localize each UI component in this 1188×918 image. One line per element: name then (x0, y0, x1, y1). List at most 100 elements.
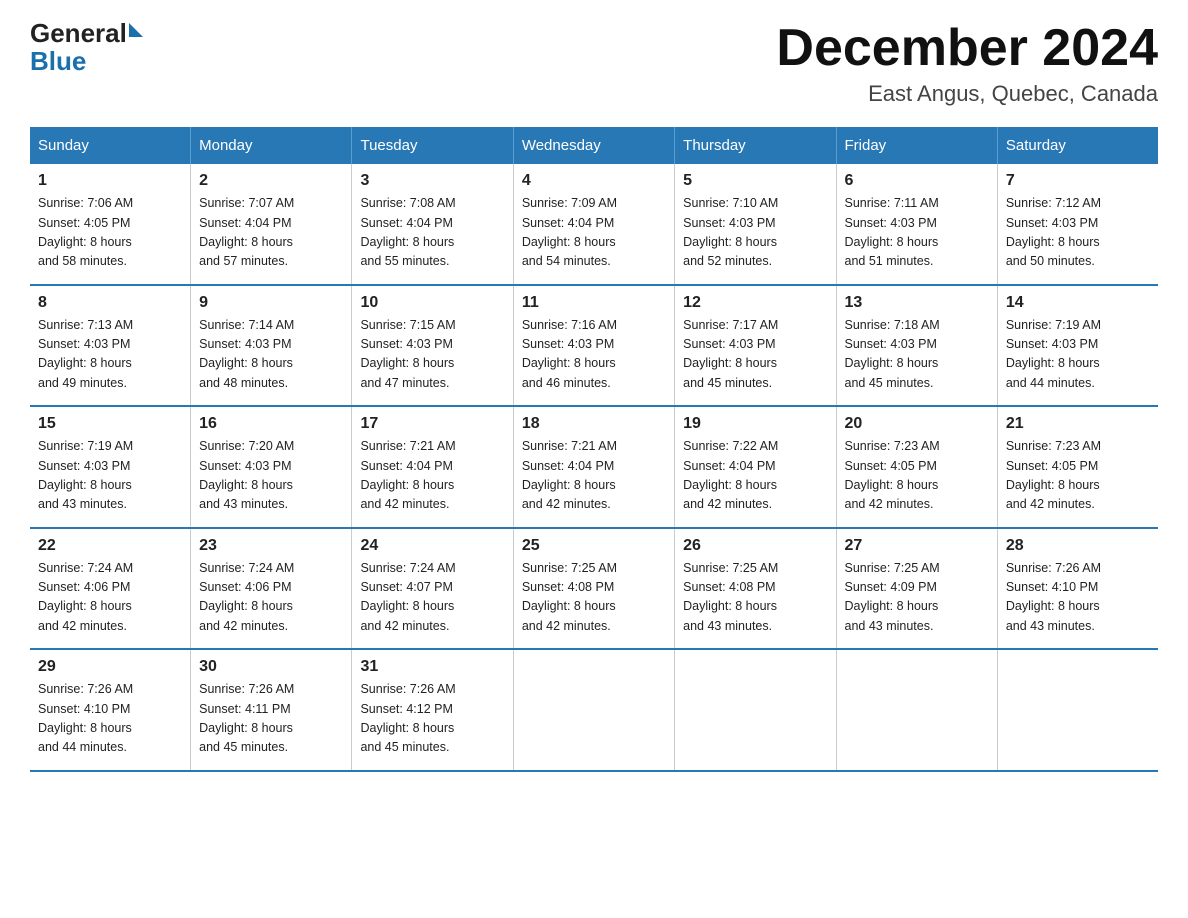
logo-bottom-row: Blue (30, 48, 143, 74)
day-info: Sunrise: 7:08 AMSunset: 4:04 PMDaylight:… (360, 196, 455, 268)
day-number: 28 (1006, 537, 1150, 555)
calendar-cell: 10 Sunrise: 7:15 AMSunset: 4:03 PMDaylig… (352, 285, 513, 407)
week-row-3: 15 Sunrise: 7:19 AMSunset: 4:03 PMDaylig… (30, 406, 1158, 528)
day-info: Sunrise: 7:17 AMSunset: 4:03 PMDaylight:… (683, 318, 778, 390)
day-number: 22 (38, 537, 182, 555)
day-info: Sunrise: 7:21 AMSunset: 4:04 PMDaylight:… (522, 439, 617, 511)
day-number: 24 (360, 537, 504, 555)
day-number: 23 (199, 537, 343, 555)
day-number: 26 (683, 537, 827, 555)
day-info: Sunrise: 7:13 AMSunset: 4:03 PMDaylight:… (38, 318, 133, 390)
week-row-1: 1 Sunrise: 7:06 AMSunset: 4:05 PMDayligh… (30, 164, 1158, 285)
calendar-cell: 29 Sunrise: 7:26 AMSunset: 4:10 PMDaylig… (30, 649, 191, 771)
calendar-cell: 7 Sunrise: 7:12 AMSunset: 4:03 PMDayligh… (997, 164, 1158, 285)
calendar-cell: 18 Sunrise: 7:21 AMSunset: 4:04 PMDaylig… (513, 406, 674, 528)
day-number: 13 (845, 294, 989, 312)
logo-top-row: General (30, 20, 143, 46)
day-info: Sunrise: 7:09 AMSunset: 4:04 PMDaylight:… (522, 196, 617, 268)
calendar-cell: 13 Sunrise: 7:18 AMSunset: 4:03 PMDaylig… (836, 285, 997, 407)
day-info: Sunrise: 7:18 AMSunset: 4:03 PMDaylight:… (845, 318, 940, 390)
day-number: 18 (522, 415, 666, 433)
calendar-cell: 28 Sunrise: 7:26 AMSunset: 4:10 PMDaylig… (997, 528, 1158, 650)
calendar-cell: 23 Sunrise: 7:24 AMSunset: 4:06 PMDaylig… (191, 528, 352, 650)
week-row-2: 8 Sunrise: 7:13 AMSunset: 4:03 PMDayligh… (30, 285, 1158, 407)
day-number: 31 (360, 658, 504, 676)
header-wednesday: Wednesday (513, 127, 674, 164)
day-number: 30 (199, 658, 343, 676)
day-info: Sunrise: 7:06 AMSunset: 4:05 PMDaylight:… (38, 196, 133, 268)
day-info: Sunrise: 7:15 AMSunset: 4:03 PMDaylight:… (360, 318, 455, 390)
calendar-cell: 12 Sunrise: 7:17 AMSunset: 4:03 PMDaylig… (675, 285, 836, 407)
day-number: 1 (38, 172, 182, 190)
calendar-cell: 16 Sunrise: 7:20 AMSunset: 4:03 PMDaylig… (191, 406, 352, 528)
logo-blue-text: Blue (30, 48, 86, 74)
day-number: 7 (1006, 172, 1150, 190)
calendar-cell: 30 Sunrise: 7:26 AMSunset: 4:11 PMDaylig… (191, 649, 352, 771)
day-number: 5 (683, 172, 827, 190)
day-info: Sunrise: 7:24 AMSunset: 4:07 PMDaylight:… (360, 561, 455, 633)
header-sunday: Sunday (30, 127, 191, 164)
calendar-header: Sunday Monday Tuesday Wednesday Thursday… (30, 127, 1158, 164)
day-info: Sunrise: 7:20 AMSunset: 4:03 PMDaylight:… (199, 439, 294, 511)
day-number: 19 (683, 415, 827, 433)
day-number: 21 (1006, 415, 1150, 433)
week-row-4: 22 Sunrise: 7:24 AMSunset: 4:06 PMDaylig… (30, 528, 1158, 650)
calendar-cell: 4 Sunrise: 7:09 AMSunset: 4:04 PMDayligh… (513, 164, 674, 285)
calendar-cell: 17 Sunrise: 7:21 AMSunset: 4:04 PMDaylig… (352, 406, 513, 528)
calendar-cell: 19 Sunrise: 7:22 AMSunset: 4:04 PMDaylig… (675, 406, 836, 528)
day-info: Sunrise: 7:25 AMSunset: 4:09 PMDaylight:… (845, 561, 940, 633)
calendar-cell (675, 649, 836, 771)
day-info: Sunrise: 7:21 AMSunset: 4:04 PMDaylight:… (360, 439, 455, 511)
calendar-cell: 15 Sunrise: 7:19 AMSunset: 4:03 PMDaylig… (30, 406, 191, 528)
day-info: Sunrise: 7:24 AMSunset: 4:06 PMDaylight:… (38, 561, 133, 633)
day-number: 17 (360, 415, 504, 433)
location-title: East Angus, Quebec, Canada (776, 81, 1158, 107)
day-info: Sunrise: 7:16 AMSunset: 4:03 PMDaylight:… (522, 318, 617, 390)
day-info: Sunrise: 7:25 AMSunset: 4:08 PMDaylight:… (522, 561, 617, 633)
calendar-cell: 3 Sunrise: 7:08 AMSunset: 4:04 PMDayligh… (352, 164, 513, 285)
calendar-cell: 2 Sunrise: 7:07 AMSunset: 4:04 PMDayligh… (191, 164, 352, 285)
calendar-cell: 20 Sunrise: 7:23 AMSunset: 4:05 PMDaylig… (836, 406, 997, 528)
calendar-cell: 27 Sunrise: 7:25 AMSunset: 4:09 PMDaylig… (836, 528, 997, 650)
page-header: General Blue December 2024 East Angus, Q… (30, 20, 1158, 107)
header-thursday: Thursday (675, 127, 836, 164)
day-info: Sunrise: 7:11 AMSunset: 4:03 PMDaylight:… (845, 196, 939, 268)
day-info: Sunrise: 7:12 AMSunset: 4:03 PMDaylight:… (1006, 196, 1101, 268)
day-info: Sunrise: 7:19 AMSunset: 4:03 PMDaylight:… (1006, 318, 1101, 390)
day-number: 27 (845, 537, 989, 555)
calendar-cell: 5 Sunrise: 7:10 AMSunset: 4:03 PMDayligh… (675, 164, 836, 285)
day-number: 15 (38, 415, 182, 433)
month-title: December 2024 (776, 20, 1158, 77)
calendar-cell: 31 Sunrise: 7:26 AMSunset: 4:12 PMDaylig… (352, 649, 513, 771)
logo: General Blue (30, 20, 143, 74)
calendar-body: 1 Sunrise: 7:06 AMSunset: 4:05 PMDayligh… (30, 164, 1158, 771)
day-number: 25 (522, 537, 666, 555)
day-number: 10 (360, 294, 504, 312)
day-number: 20 (845, 415, 989, 433)
calendar-cell: 8 Sunrise: 7:13 AMSunset: 4:03 PMDayligh… (30, 285, 191, 407)
day-info: Sunrise: 7:10 AMSunset: 4:03 PMDaylight:… (683, 196, 778, 268)
day-number: 16 (199, 415, 343, 433)
day-info: Sunrise: 7:23 AMSunset: 4:05 PMDaylight:… (845, 439, 940, 511)
day-number: 14 (1006, 294, 1150, 312)
day-number: 11 (522, 294, 666, 312)
header-saturday: Saturday (997, 127, 1158, 164)
calendar-cell (836, 649, 997, 771)
header-tuesday: Tuesday (352, 127, 513, 164)
day-info: Sunrise: 7:22 AMSunset: 4:04 PMDaylight:… (683, 439, 778, 511)
calendar-cell: 22 Sunrise: 7:24 AMSunset: 4:06 PMDaylig… (30, 528, 191, 650)
day-info: Sunrise: 7:26 AMSunset: 4:10 PMDaylight:… (1006, 561, 1101, 633)
day-number: 4 (522, 172, 666, 190)
calendar-cell: 21 Sunrise: 7:23 AMSunset: 4:05 PMDaylig… (997, 406, 1158, 528)
calendar-cell: 24 Sunrise: 7:24 AMSunset: 4:07 PMDaylig… (352, 528, 513, 650)
logo-general-text: General (30, 20, 127, 46)
weekday-header-row: Sunday Monday Tuesday Wednesday Thursday… (30, 127, 1158, 164)
calendar-table: Sunday Monday Tuesday Wednesday Thursday… (30, 127, 1158, 772)
day-number: 29 (38, 658, 182, 676)
calendar-cell: 26 Sunrise: 7:25 AMSunset: 4:08 PMDaylig… (675, 528, 836, 650)
calendar-cell (513, 649, 674, 771)
week-row-5: 29 Sunrise: 7:26 AMSunset: 4:10 PMDaylig… (30, 649, 1158, 771)
calendar-cell: 25 Sunrise: 7:25 AMSunset: 4:08 PMDaylig… (513, 528, 674, 650)
calendar-cell (997, 649, 1158, 771)
day-info: Sunrise: 7:19 AMSunset: 4:03 PMDaylight:… (38, 439, 133, 511)
